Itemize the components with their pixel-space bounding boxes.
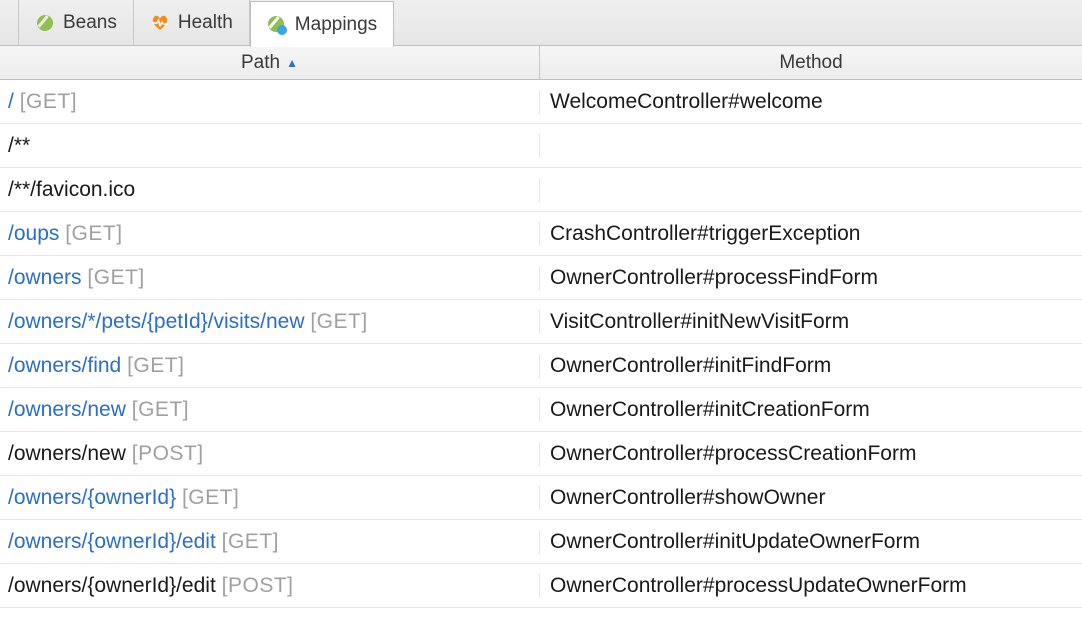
table-row[interactable]: /owners/find [GET]OwnerController#initFi… bbox=[0, 344, 1082, 388]
path-link[interactable]: /owners/find bbox=[8, 354, 121, 377]
table-row[interactable]: /owners/{ownerId} [GET]OwnerController#s… bbox=[0, 476, 1082, 520]
cell-path: /owners/find [GET] bbox=[0, 354, 540, 378]
tab-label: Health bbox=[178, 12, 233, 34]
cell-path: /owners/{ownerId} [GET] bbox=[0, 486, 540, 510]
table-row[interactable]: / [GET]WelcomeController#welcome bbox=[0, 80, 1082, 124]
table-row[interactable]: /** bbox=[0, 124, 1082, 168]
tab-label: Beans bbox=[63, 12, 117, 34]
http-method-badge: [GET] bbox=[182, 486, 239, 509]
cell-path: /owners/*/pets/{petId}/visits/new [GET] bbox=[0, 310, 540, 334]
cell-path: /oups [GET] bbox=[0, 222, 540, 246]
cell-method: VisitController#initNewVisitForm bbox=[540, 310, 1082, 334]
http-method-badge: [GET] bbox=[87, 266, 144, 289]
path-text: /**/favicon.ico bbox=[8, 178, 135, 201]
cell-path: /owners/new [GET] bbox=[0, 398, 540, 422]
table-row[interactable]: /owners/{ownerId}/edit [GET]OwnerControl… bbox=[0, 520, 1082, 564]
table-row[interactable]: /oups [GET]CrashController#triggerExcept… bbox=[0, 212, 1082, 256]
path-link[interactable]: / bbox=[8, 90, 14, 113]
tab-mappings[interactable]: Mappings bbox=[250, 1, 394, 47]
http-method-badge: [GET] bbox=[65, 222, 122, 245]
cell-method: WelcomeController#welcome bbox=[540, 90, 1082, 114]
path-text: /** bbox=[8, 134, 30, 157]
cell-path: /owners/new [POST] bbox=[0, 442, 540, 466]
column-header-path[interactable]: Path ▲ bbox=[0, 46, 540, 79]
cell-method: CrashController#triggerException bbox=[540, 222, 1082, 246]
mappings-table-body: / [GET]WelcomeController#welcome/**/**/f… bbox=[0, 80, 1082, 608]
sort-asc-icon: ▲ bbox=[286, 56, 298, 70]
table-row[interactable]: /**/favicon.ico bbox=[0, 168, 1082, 212]
http-method-badge: [GET] bbox=[222, 530, 279, 553]
table-row[interactable]: /owners [GET]OwnerController#processFind… bbox=[0, 256, 1082, 300]
path-link[interactable]: /owners/{ownerId} bbox=[8, 486, 176, 509]
bean-blue-icon bbox=[267, 15, 287, 35]
path-text: /owners/{ownerId}/edit bbox=[8, 574, 216, 597]
cell-path: /owners/{ownerId}/edit [POST] bbox=[0, 574, 540, 598]
http-method-badge: [GET] bbox=[127, 354, 184, 377]
cell-method: OwnerController#processFindForm bbox=[540, 266, 1082, 290]
column-header-method[interactable]: Method bbox=[540, 46, 1082, 79]
cell-method: OwnerController#initUpdateOwnerForm bbox=[540, 530, 1082, 554]
heart-icon bbox=[150, 13, 170, 33]
http-method-badge: [POST] bbox=[222, 574, 294, 597]
path-link[interactable]: /owners/new bbox=[8, 398, 126, 421]
path-link[interactable]: /owners/{ownerId}/edit bbox=[8, 530, 216, 553]
column-header-label: Method bbox=[779, 52, 842, 74]
http-method-badge: [GET] bbox=[132, 398, 189, 421]
path-link[interactable]: /oups bbox=[8, 222, 59, 245]
http-method-badge: [POST] bbox=[132, 442, 204, 465]
cell-method: OwnerController#processUpdateOwnerForm bbox=[540, 574, 1082, 598]
table-header: Path ▲ Method bbox=[0, 46, 1082, 80]
cell-method: OwnerController#processCreationForm bbox=[540, 442, 1082, 466]
column-header-label: Path bbox=[241, 52, 280, 74]
tabbar: Beans Health Mappings bbox=[0, 0, 1082, 46]
tab-health[interactable]: Health bbox=[134, 0, 250, 45]
table-row[interactable]: /owners/new [GET]OwnerController#initCre… bbox=[0, 388, 1082, 432]
cell-path: /** bbox=[0, 134, 540, 158]
path-text: /owners/new bbox=[8, 442, 126, 465]
table-row[interactable]: /owners/*/pets/{petId}/visits/new [GET]V… bbox=[0, 300, 1082, 344]
cell-path: /owners [GET] bbox=[0, 266, 540, 290]
tab-label: Mappings bbox=[295, 14, 377, 36]
cell-path: /**/favicon.ico bbox=[0, 178, 540, 202]
http-method-badge: [GET] bbox=[20, 90, 77, 113]
cell-method: OwnerController#initCreationForm bbox=[540, 398, 1082, 422]
cell-method: OwnerController#initFindForm bbox=[540, 354, 1082, 378]
cell-method: OwnerController#showOwner bbox=[540, 486, 1082, 510]
bean-icon bbox=[35, 13, 55, 33]
http-method-badge: [GET] bbox=[310, 310, 367, 333]
table-row[interactable]: /owners/{ownerId}/edit [POST]OwnerContro… bbox=[0, 564, 1082, 608]
table-row[interactable]: /owners/new [POST]OwnerController#proces… bbox=[0, 432, 1082, 476]
path-link[interactable]: /owners/*/pets/{petId}/visits/new bbox=[8, 310, 305, 333]
cell-path: /owners/{ownerId}/edit [GET] bbox=[0, 530, 540, 554]
tab-beans[interactable]: Beans bbox=[18, 0, 134, 45]
path-link[interactable]: /owners bbox=[8, 266, 82, 289]
cell-path: / [GET] bbox=[0, 90, 540, 114]
